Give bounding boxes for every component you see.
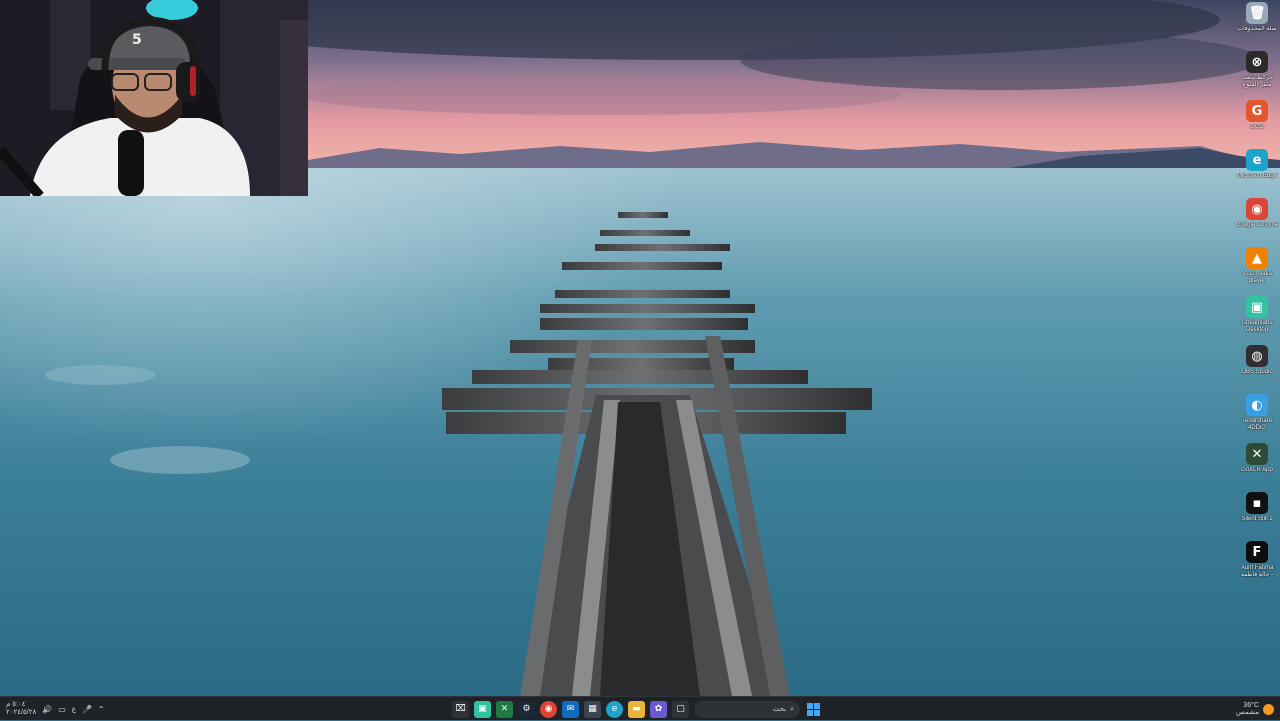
desktop-icon-label: Google Chrome (1235, 222, 1279, 228)
file-explorer-icon[interactable]: ▬ (628, 700, 645, 718)
search-placeholder: بحث (772, 705, 787, 713)
chrome-icon: ◉ (1246, 198, 1268, 220)
microphone-icon[interactable]: 🎤 (82, 705, 92, 714)
weather-widget[interactable]: 36°C مشمس (1236, 697, 1274, 721)
system-tray: ٥:٠٤ م ٢٠٢٤/٥/٢٨ 🔊 ▭ ع 🎤 ⌃ (6, 697, 105, 721)
desktop-icon-gdrive[interactable]: ⊗ خرائط ملعب ملقر المنوع (1235, 49, 1279, 98)
volume-icon[interactable]: 🔊 (42, 705, 52, 714)
excel-icon[interactable]: ✕ (496, 700, 513, 718)
desktop-icon-label: Tenorshare 4DDiG (1241, 418, 1273, 431)
webcam-overlay: 5 (0, 0, 308, 196)
edge-taskbar-icon[interactable]: e (606, 700, 623, 718)
store-icon[interactable]: ▦ (584, 700, 601, 718)
desktop-icon-label: Silent Still 2 (1241, 516, 1273, 522)
sun-icon (1263, 703, 1274, 715)
clock-time: ٥:٠٤ م (6, 701, 26, 708)
desktop-icon-edge[interactable]: e Microsoft Edge (1235, 147, 1279, 196)
clock[interactable]: ٥:٠٤ م ٢٠٢٤/٥/٢٨ (6, 701, 36, 717)
desktop-icon-streamlabs[interactable]: ▣ Streamlabs Desktop (1235, 294, 1279, 343)
taskbar: ٥:٠٤ م ٢٠٢٤/٥/٢٨ 🔊 ▭ ع 🎤 ⌃ ⌧ ▣ ✕ ⚙ ◉ ✉ ▦… (0, 696, 1280, 720)
chrome-taskbar-icon[interactable]: ◉ (540, 700, 557, 718)
network-icon[interactable]: ▭ (58, 705, 66, 714)
vlc-icon: ▲ (1246, 247, 1268, 269)
desktop-icon-tenorshare[interactable]: ◐ Tenorshare 4DDiG (1235, 392, 1279, 441)
webcam-streamer-image: 5 (0, 0, 308, 196)
desktop-icon-gcc[interactable]: G GCC (1235, 98, 1279, 147)
desktop-icon-chrome[interactable]: ◉ Google Chrome (1235, 196, 1279, 245)
goxlr-icon: ✕ (1246, 443, 1268, 465)
desktop-icon-recycle-bin[interactable]: 🗑 سلة المحذوفات (1235, 0, 1279, 49)
desktop-icon-column: 🗑 سلة المحذوفات ⊗ خرائط ملعب ملقر المنوع G GC… (1234, 0, 1280, 588)
streamlabs-icon: ▣ (1246, 296, 1268, 318)
outlook-icon[interactable]: ✉ (562, 700, 579, 718)
desktop-icon-vlc[interactable]: ▲ VLC media player (1235, 245, 1279, 294)
desktop-icon-label: Microsoft Edge (1236, 173, 1278, 179)
search-icon: ⌕ (790, 704, 794, 713)
start-button[interactable] (805, 701, 822, 718)
streamlabs-taskbar-icon[interactable]: ▣ (474, 700, 491, 718)
search-box[interactable]: بحث ⌕ (694, 700, 800, 718)
windows-logo-icon (807, 702, 820, 716)
desktop-icon-label: OBS Studio (1241, 369, 1273, 375)
desktop-icon-label: خرائط ملعب ملقر المنوع (1241, 75, 1273, 88)
obs-icon: ◍ (1246, 345, 1268, 367)
desktop-icon-aunt-fatima[interactable]: F Aunt Fatima خالة فاطمة - (1235, 539, 1279, 588)
photos-icon[interactable]: ✿ (650, 700, 667, 718)
weather-text: مشمس (1236, 709, 1259, 716)
desktop-icon-goxlr[interactable]: ✕ GoXLR App (1235, 441, 1279, 490)
chevron-up-icon[interactable]: ⌃ (98, 705, 105, 714)
desktop-icon-label: GCC (1250, 124, 1264, 130)
aunt-fatima-icon: F (1246, 541, 1268, 563)
edge-icon: e (1246, 149, 1268, 171)
task-view-icon[interactable]: ▢ (672, 700, 689, 718)
silent-still-icon: ▪ (1246, 492, 1268, 514)
desktop-icon-label: سلة المحذوفات (1237, 26, 1277, 32)
widgets-icon[interactable]: ⌧ (452, 700, 469, 718)
desktop-icon-label: GoXLR App (1241, 467, 1273, 473)
weather-temp: 36°C (1243, 702, 1259, 709)
language-indicator[interactable]: ع (72, 705, 76, 713)
desktop-icon-label: Streamlabs Desktop (1241, 320, 1273, 333)
gcc-icon: G (1246, 100, 1268, 122)
tenorshare-icon: ◐ (1246, 394, 1268, 416)
taskbar-apps: ⌧ ▣ ✕ ⚙ ◉ ✉ ▦ e ▬ ✿ ▢ بحث ⌕ (452, 697, 822, 721)
desktop-icon-label: Aunt Fatima خالة فاطمة - (1240, 565, 1274, 578)
recycle-bin-icon: 🗑 (1246, 2, 1268, 24)
svg-text:5: 5 (132, 32, 142, 48)
clock-date: ٢٠٢٤/٥/٢٨ (6, 709, 37, 716)
desktop-icon-label: VLC media player (1242, 271, 1272, 284)
steam-icon[interactable]: ⚙ (518, 700, 535, 718)
desktop-icon-obs[interactable]: ◍ OBS Studio (1235, 343, 1279, 392)
desktop-icon-silent-still[interactable]: ▪ Silent Still 2 (1235, 490, 1279, 539)
gdrive-icon: ⊗ (1246, 51, 1268, 73)
